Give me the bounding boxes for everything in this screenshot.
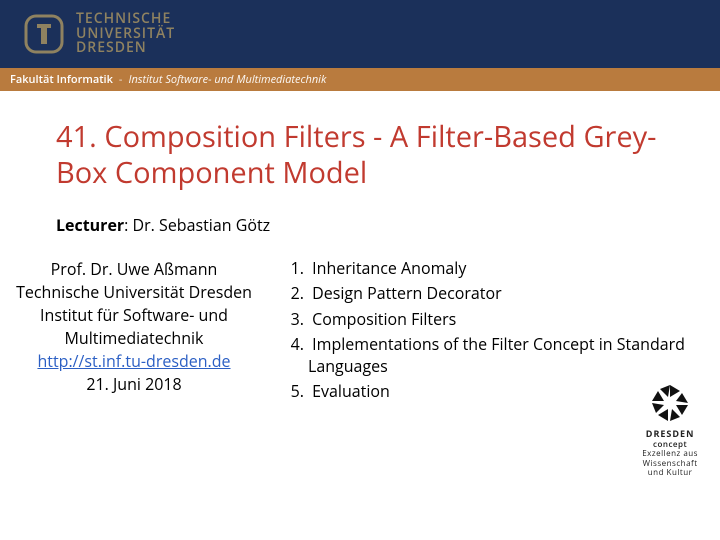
author-affil2: Institut für Software- und Multimediatec… (14, 304, 254, 350)
outline-item: 2. Design Pattern Decorator (284, 283, 714, 305)
lecturer-name: Dr. Sebastian Götz (133, 214, 271, 236)
concept-l1: DRESDEN (642, 429, 698, 440)
lecturer-line: Lecturer: Dr. Sebastian Götz (0, 202, 720, 236)
author-name: Prof. Dr. Uwe Aßmann (14, 258, 254, 281)
slide-date: 21. Juni 2018 (14, 373, 254, 396)
outline-item: 3. Composition Filters (284, 309, 714, 331)
author-affil1: Technische Universität Dresden (14, 281, 254, 304)
content-columns: Prof. Dr. Uwe Aßmann Technische Universi… (0, 236, 720, 408)
author-block: Prof. Dr. Uwe Aßmann Technische Universi… (0, 258, 260, 408)
uni-line-3: DRESDEN (76, 41, 175, 56)
concept-l5: und Kultur (642, 468, 698, 478)
breadcrumb: Fakultät Informatik - Institut Software-… (0, 68, 720, 91)
aperture-icon (646, 379, 694, 427)
outline-item: 4. Implementations of the Filter Concept… (284, 334, 714, 377)
header-bar: TECHNISCHE UNIVERSITÄT DRESDEN (0, 0, 720, 68)
slide: TECHNISCHE UNIVERSITÄT DRESDEN Fakultät … (0, 0, 720, 540)
dresden-concept-badge: DRESDEN concept Exzellenz aus Wissenscha… (642, 379, 698, 478)
breadcrumb-sep: - (119, 72, 123, 87)
breadcrumb-faculty: Fakultät Informatik (10, 72, 113, 87)
university-name: TECHNISCHE UNIVERSITÄT DRESDEN (76, 12, 175, 56)
outline-item: 1. Inheritance Anomaly (284, 258, 714, 280)
author-url[interactable]: http://st.inf.tu-dresden.de (37, 350, 230, 372)
breadcrumb-institute: Institut Software- und Multimediatechnik (128, 72, 326, 87)
university-logo: TECHNISCHE UNIVERSITÄT DRESDEN (24, 12, 175, 56)
lecturer-label: Lecturer (56, 214, 124, 236)
slide-title: 41. Composition Filters - A Filter-Based… (0, 91, 720, 202)
tud-logo-icon (24, 14, 64, 54)
